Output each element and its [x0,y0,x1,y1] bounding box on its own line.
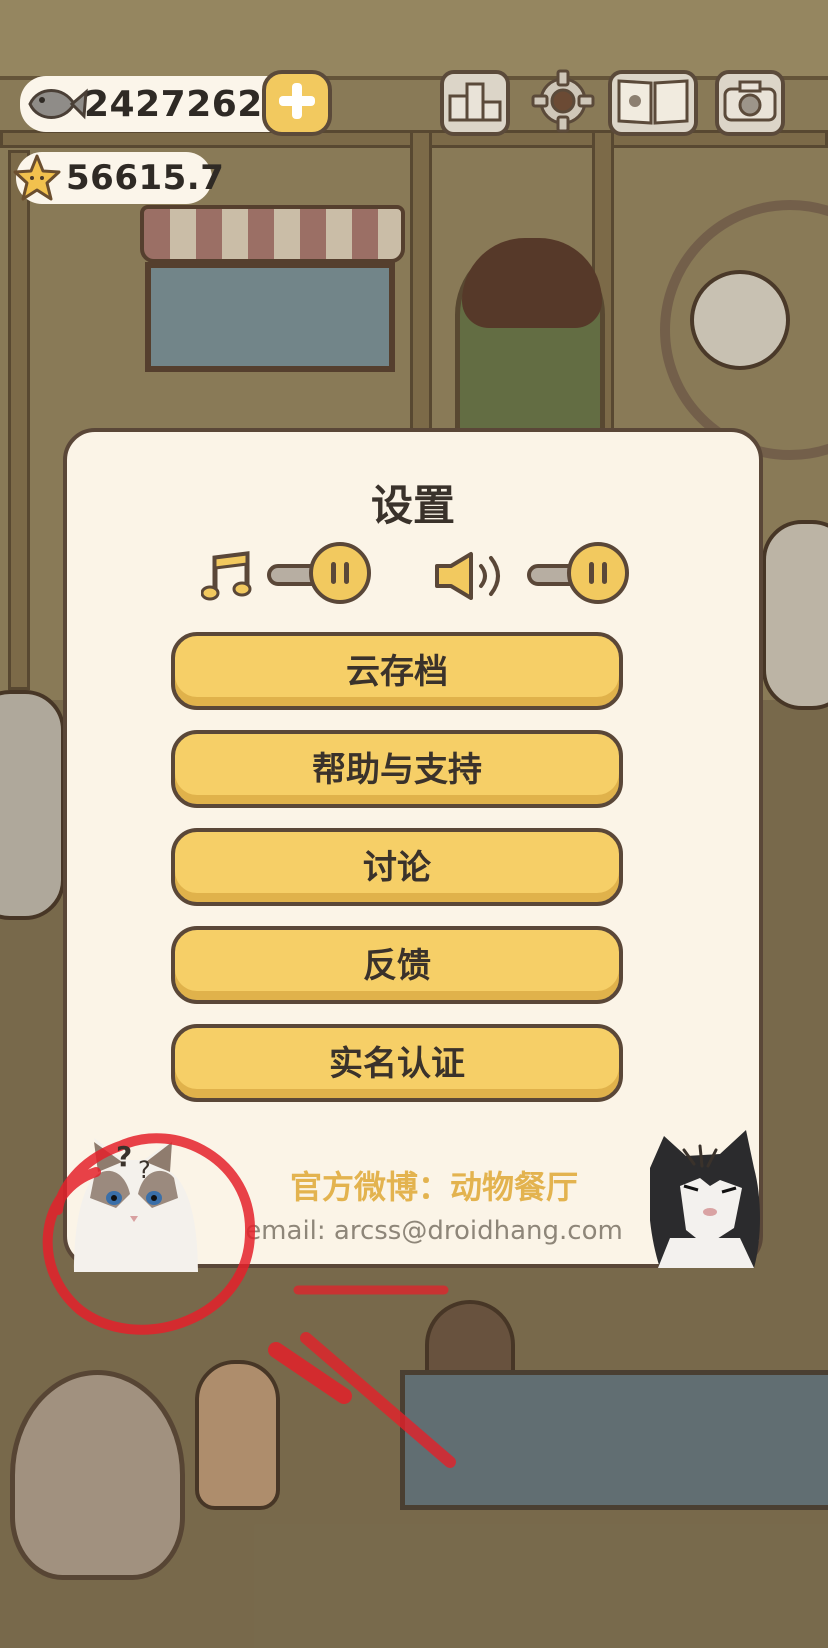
fish-currency-counter: 2427262 [20,76,300,132]
book-icon [615,75,691,131]
cloud-save-button[interactable]: 云存档 [171,632,623,710]
speaker-icon [433,550,515,606]
fish-icon [24,78,88,130]
black-white-cat-photo [650,1128,762,1268]
podium-icon [448,80,502,126]
camera-icon [722,79,778,127]
feedback-button[interactable]: 反馈 [171,926,623,1004]
music-toggle[interactable] [200,542,371,604]
dialog-title: 设置 [370,481,455,530]
add-currency-button[interactable] [262,70,332,136]
ragdoll-cat-photo [64,1138,204,1272]
star-count: 56615.7 [66,158,225,198]
camera-button[interactable] [715,70,785,136]
star-rating-counter: 56615.7 [13,152,224,204]
leaderboard-button[interactable] [440,70,510,136]
fish-count: 2427262 [84,83,263,125]
discussion-button[interactable]: 讨论 [171,828,623,906]
music-toggle-knob[interactable] [309,542,371,604]
music-note-icon [200,548,255,608]
plus-icon [277,81,317,125]
recipe-book-button[interactable] [608,70,698,136]
real-name-verification-button[interactable]: 实名认证 [171,1024,623,1102]
settings-button[interactable] [528,68,598,138]
star-icon [12,154,62,202]
help-support-button[interactable]: 帮助与支持 [171,730,623,808]
gear-icon [530,68,596,138]
sound-toggle[interactable] [433,542,633,604]
sound-toggle-knob[interactable] [567,542,629,604]
